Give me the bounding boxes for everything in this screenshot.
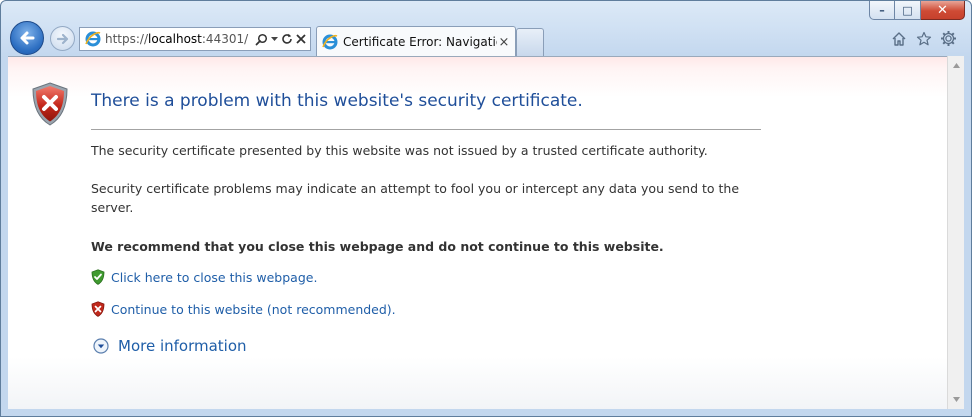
more-information-link[interactable]: More information: [118, 337, 247, 355]
stop-icon: [296, 34, 306, 44]
forward-button[interactable]: [50, 26, 75, 51]
command-icons: [890, 30, 957, 47]
expand-circle-icon: [93, 338, 109, 354]
close-icon: ✕: [937, 2, 948, 18]
search-icon: [255, 33, 268, 45]
close-webpage-row: Click here to close this webpage.: [91, 269, 317, 285]
home-icon: [892, 31, 905, 46]
maximize-button[interactable]: □: [895, 1, 921, 20]
url-protocol: https://: [105, 32, 149, 46]
settings-gear-icon: [941, 31, 956, 46]
paragraph-security-warning: Security certificate problems may indica…: [91, 181, 740, 215]
address-tools: [255, 31, 306, 47]
paragraph-untrusted-issuer: The security certificate presented by th…: [91, 143, 708, 158]
close-window-button[interactable]: ✕: [921, 1, 965, 20]
favorites-star-icon: [916, 31, 931, 45]
shield-check-icon: [91, 269, 105, 285]
favorites-button[interactable]: [915, 30, 932, 47]
shield-x-icon: [91, 301, 105, 317]
tab-certificate-error[interactable]: Certificate Error: Navigation... ×: [316, 26, 516, 57]
url-text[interactable]: https://localhost:44301/: [105, 32, 255, 46]
scroll-up-button[interactable]: [948, 57, 964, 74]
maximize-icon: □: [902, 3, 913, 17]
dropdown-icon: [271, 36, 278, 41]
address-dropdown-button[interactable]: [271, 31, 278, 47]
ie-logo-icon: [85, 31, 101, 47]
scroll-up-arrow-icon: [952, 63, 960, 68]
recommendation-text: We recommend that you close this webpage…: [91, 239, 664, 254]
title-divider: [91, 129, 761, 130]
close-webpage-link[interactable]: Click here to close this webpage.: [111, 270, 317, 285]
refresh-icon: [282, 33, 292, 44]
browser-window: – □ ✕ https://localhost:44301/ Certifica…: [0, 0, 972, 417]
tab-title: Certificate Error: Navigation...: [343, 35, 497, 49]
url-port: :44301/: [201, 32, 249, 46]
window-controls: – □ ✕: [869, 1, 965, 21]
more-information-row[interactable]: More information: [93, 337, 247, 355]
page-title: There is a problem with this website's s…: [91, 91, 583, 111]
back-button[interactable]: [10, 21, 44, 55]
tab-close-button[interactable]: ×: [497, 35, 511, 50]
vertical-scrollbar[interactable]: [947, 56, 964, 409]
home-button[interactable]: [890, 30, 907, 47]
back-arrow-icon: [20, 31, 35, 45]
forward-arrow-icon: [56, 33, 68, 44]
new-tab-button[interactable]: [516, 28, 544, 56]
address-bar[interactable]: https://localhost:44301/: [79, 27, 311, 51]
shield-error-icon: [32, 82, 68, 126]
url-host: localhost: [148, 32, 202, 46]
scroll-down-button[interactable]: [948, 391, 964, 408]
search-button[interactable]: [255, 31, 268, 47]
stop-button[interactable]: [296, 31, 306, 47]
settings-button[interactable]: [940, 30, 957, 47]
ie-logo-icon: [322, 34, 338, 50]
window-bottom-frame: [1, 409, 971, 416]
refresh-button[interactable]: [281, 31, 293, 47]
minimize-button[interactable]: –: [869, 1, 895, 20]
minimize-icon: –: [879, 3, 885, 17]
scroll-down-arrow-icon: [952, 397, 960, 402]
page-content: There is a problem with this website's s…: [8, 56, 947, 410]
continue-to-website-link[interactable]: Continue to this website (not recommende…: [111, 302, 396, 317]
continue-row: Continue to this website (not recommende…: [91, 301, 396, 317]
